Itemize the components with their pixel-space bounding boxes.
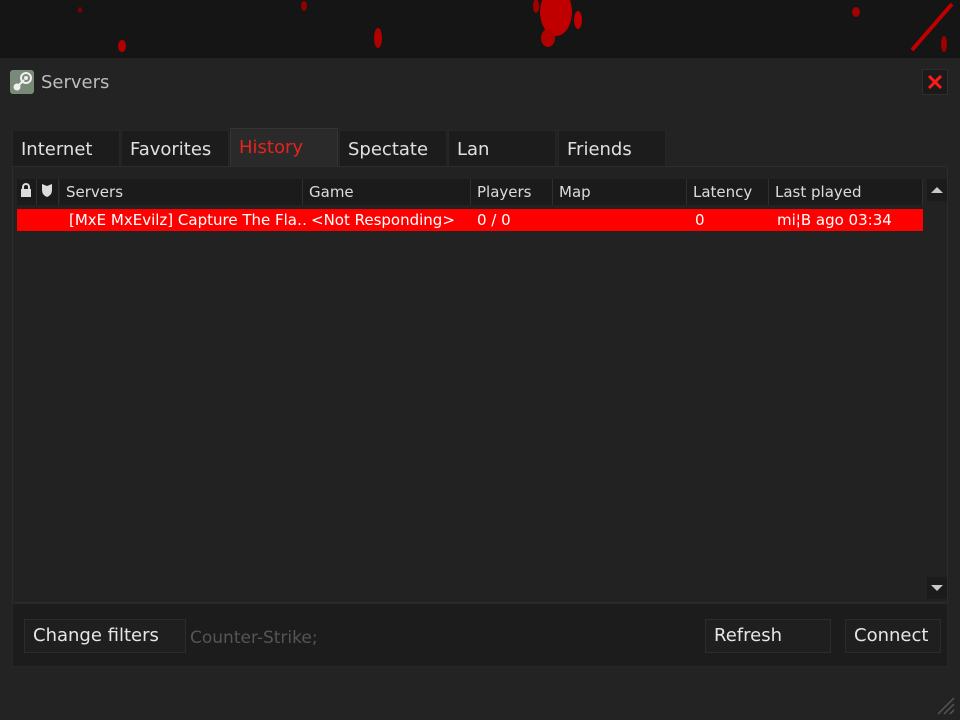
tab-favorites[interactable]: Favorites (121, 130, 229, 166)
tab-lan[interactable]: Lan (448, 130, 556, 166)
connect-button[interactable]: Connect (845, 619, 941, 653)
server-list-panel: Servers Game Players Map Latency Last pl… (12, 166, 948, 603)
lock-icon (21, 183, 31, 197)
vertical-scrollbar[interactable] (927, 179, 947, 599)
cell-latency: 0 (695, 211, 705, 229)
table-row[interactable]: [MxE MxEvilz] Capture The Fla… <Not Resp… (17, 209, 923, 231)
cell-game: <Not Responding> (311, 211, 455, 229)
close-button[interactable] (922, 69, 948, 95)
column-players[interactable]: Players (471, 179, 553, 205)
column-secure[interactable] (37, 179, 59, 205)
title-bar[interactable]: Servers (0, 58, 960, 108)
cell-last-played: mi¦B ago 03:34 (777, 211, 892, 229)
steam-icon (10, 70, 34, 94)
change-filters-button[interactable]: Change filters (24, 619, 186, 653)
filter-summary: Counter-Strike; (190, 628, 318, 648)
cell-players: 0 / 0 (477, 211, 511, 229)
arrow-up-icon (931, 187, 943, 193)
arrow-down-icon (931, 585, 943, 591)
scroll-up-button[interactable] (927, 179, 947, 201)
background-splatter (0, 0, 960, 58)
refresh-button[interactable]: Refresh (705, 619, 831, 653)
column-latency[interactable]: Latency (687, 179, 769, 205)
close-icon (927, 74, 943, 90)
tab-friends[interactable]: Friends (558, 130, 666, 166)
servers-window: Servers Internet Favorites History Spect… (0, 58, 960, 720)
cell-server: [MxE MxEvilz] Capture The Fla… (69, 211, 307, 229)
tab-bar: Internet Favorites History Spectate Lan … (12, 128, 948, 166)
shield-icon (42, 184, 52, 197)
column-game[interactable]: Game (303, 179, 471, 205)
tab-internet[interactable]: Internet (12, 130, 120, 166)
bottom-bar: Change filters Counter-Strike; Refresh C… (12, 603, 948, 667)
column-last-played[interactable]: Last played (769, 179, 923, 205)
scroll-down-button[interactable] (927, 577, 947, 599)
column-map[interactable]: Map (553, 179, 687, 205)
tab-spectate[interactable]: Spectate (339, 130, 447, 166)
tab-history[interactable]: History (230, 128, 338, 166)
list-header: Servers Game Players Map Latency Last pl… (17, 179, 923, 205)
window-title: Servers (41, 72, 110, 93)
column-lock[interactable] (17, 179, 37, 205)
column-servers[interactable]: Servers (60, 179, 303, 205)
resize-grip-icon[interactable] (934, 694, 956, 716)
